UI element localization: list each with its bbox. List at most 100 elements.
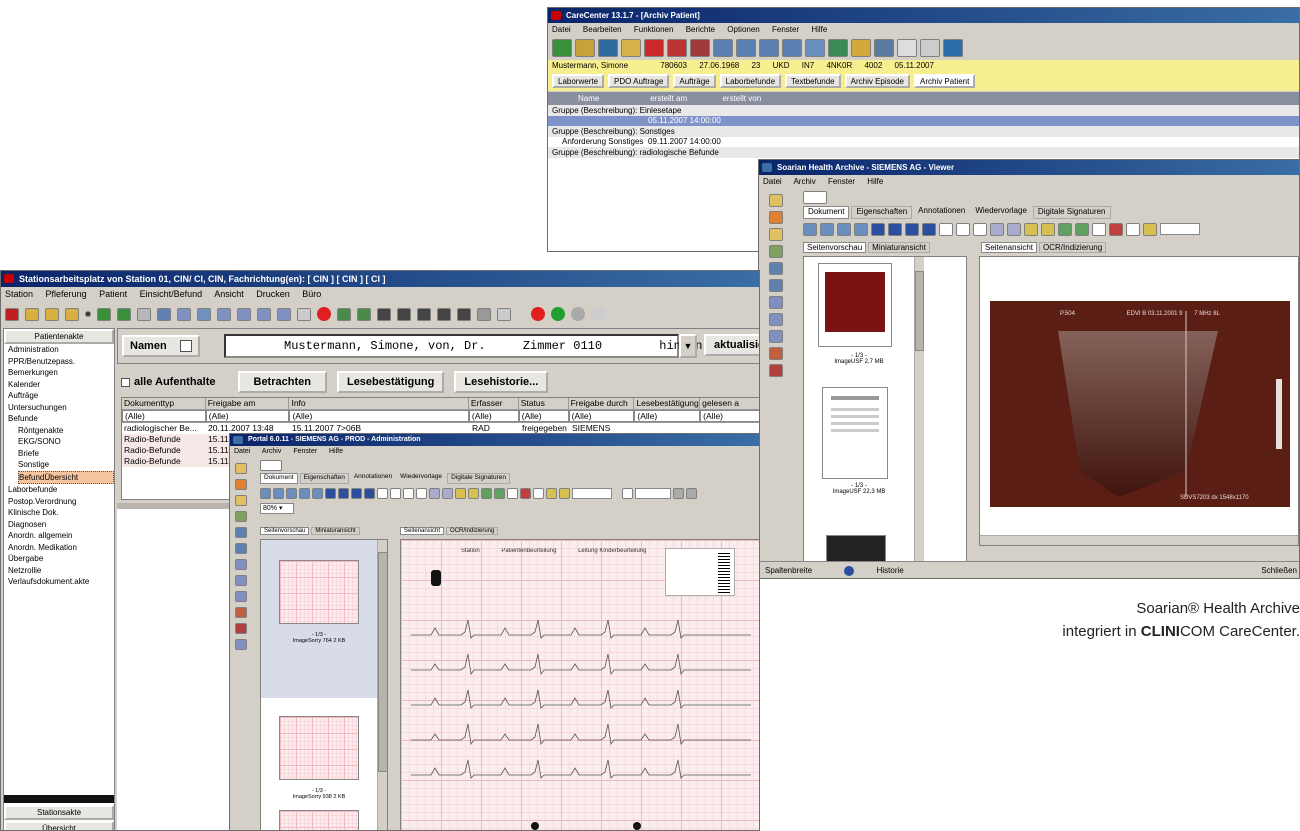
menu-help[interactable]: Hilfe — [329, 448, 343, 455]
menu-window[interactable]: Fenster — [772, 25, 799, 34]
filter-status[interactable]: (Alle) — [518, 410, 569, 422]
tab-properties[interactable]: Eigenschaften — [851, 206, 913, 219]
page-icon[interactable] — [260, 459, 282, 471]
menu-reports[interactable]: Berichte — [686, 25, 715, 34]
highlight-icon[interactable] — [1024, 222, 1038, 236]
tools-icon[interactable] — [575, 39, 595, 57]
grid-icon[interactable] — [713, 39, 733, 57]
nav-item-clinical-doc[interactable]: Klinische Dok. — [8, 507, 114, 519]
next-page-icon[interactable] — [905, 222, 919, 236]
dot-icon[interactable] — [85, 311, 91, 317]
filter-released-by[interactable]: (Alle) — [568, 410, 635, 422]
tab-lab-findings[interactable]: Laborbefunde — [719, 74, 782, 88]
tab-resubmission[interactable]: Wiedervorlage — [397, 473, 445, 484]
folder-open-icon[interactable] — [25, 307, 39, 321]
nav-item-examinations[interactable]: Untersuchungen — [8, 402, 114, 414]
people-icon[interactable] — [621, 39, 641, 57]
col-read-confirmation[interactable]: Lesebestätigung — [634, 398, 701, 409]
all-stays-toggle[interactable]: alle Aufenthalte — [121, 376, 216, 388]
doc-icon[interactable] — [277, 307, 291, 321]
patient-icon[interactable] — [5, 307, 19, 321]
group-row[interactable]: Gruppe (Beschreibung): radiologische Bef… — [548, 147, 1299, 158]
nav-item-medication[interactable]: Anordn. Medikation — [8, 542, 114, 554]
thumbnail-ecg-1[interactable] — [279, 560, 359, 624]
nav-item-lab-findings[interactable]: Laborbefunde — [8, 484, 114, 496]
patient-record-header[interactable]: Patientenakte — [4, 329, 114, 344]
filter-document-type[interactable]: (Alle) — [122, 410, 206, 422]
nav-item-diagnoses[interactable]: Diagnosen — [8, 519, 114, 531]
menu-help[interactable]: Hilfe — [811, 25, 827, 34]
page-number-input[interactable] — [1160, 223, 1200, 235]
tab-digital-signatures[interactable]: Digitale Signaturen — [1032, 206, 1111, 219]
annotate-icon[interactable] — [442, 487, 453, 499]
mail-icon[interactable] — [769, 279, 783, 292]
doc-icon[interactable] — [235, 575, 247, 586]
grid-icon[interactable] — [357, 307, 371, 321]
stop-icon[interactable] — [317, 307, 331, 321]
page-icon[interactable] — [377, 487, 388, 499]
prev-page-icon[interactable] — [338, 487, 349, 499]
folder-icon[interactable] — [851, 39, 871, 57]
tab-page-preview[interactable]: Seitenvorschau — [260, 527, 310, 535]
thumbnail-document[interactable] — [822, 387, 888, 479]
thumbnail-ecg-2[interactable] — [279, 716, 359, 780]
ecg-thumbnail-scrollbar[interactable] — [377, 540, 387, 830]
sign-icon[interactable] — [559, 487, 570, 499]
star-icon[interactable] — [769, 211, 783, 224]
nav-item-letters[interactable]: Briefe — [18, 448, 114, 460]
refresh-button[interactable]: aktualisieren — [704, 334, 759, 356]
nav-item-general-orders[interactable]: Anordn. allgemein — [8, 530, 114, 542]
info-status-icon[interactable] — [591, 307, 605, 321]
names-checkbox[interactable] — [179, 340, 192, 353]
tab-page-view[interactable]: Seitenansicht — [400, 527, 445, 535]
menu-patient[interactable]: Patient — [99, 289, 127, 299]
first-page-icon[interactable] — [871, 222, 885, 236]
all-stays-checkbox[interactable] — [121, 377, 130, 387]
doc-icon[interactable] — [217, 307, 231, 321]
filter-author[interactable]: (Alle) — [468, 410, 519, 422]
first-page-icon[interactable] — [325, 487, 336, 499]
stamp-icon[interactable] — [769, 364, 783, 377]
menu-print[interactable]: Drucken — [256, 289, 290, 299]
annotate-icon[interactable] — [1007, 222, 1021, 236]
doc-icon[interactable] — [417, 307, 431, 321]
doc-icon[interactable] — [235, 639, 247, 650]
zoom-icon[interactable] — [990, 222, 1004, 236]
chart-icon[interactable] — [117, 307, 131, 321]
station-record-button[interactable]: Stationsakte — [4, 805, 114, 820]
horizontal-scrollbar[interactable] — [980, 535, 1298, 545]
settings-icon[interactable] — [297, 307, 311, 321]
tab-document[interactable]: Dokument — [803, 206, 850, 219]
doc-icon[interactable] — [235, 559, 247, 570]
col-release-date[interactable]: Freigabe am — [206, 398, 290, 409]
monitor-icon[interactable] — [157, 307, 171, 321]
menu-file[interactable]: Datei — [234, 448, 250, 455]
sign-icon[interactable] — [1143, 222, 1157, 236]
doc-icon[interactable] — [237, 307, 251, 321]
nav-item-postop[interactable]: Postop.Verordnung — [8, 496, 114, 508]
print-icon[interactable] — [312, 487, 323, 499]
save-icon[interactable] — [803, 222, 817, 236]
folder-open-icon[interactable] — [65, 307, 79, 321]
check-icon[interactable] — [494, 487, 505, 499]
tab-annotations[interactable]: Annotationen — [914, 206, 969, 219]
last-page-icon[interactable] — [922, 222, 936, 236]
save-icon[interactable] — [260, 487, 271, 499]
tab-annotations[interactable]: Annotationen — [351, 473, 395, 484]
doc-icon[interactable] — [257, 307, 271, 321]
zoom-select-small[interactable] — [635, 487, 671, 499]
page-icon[interactable] — [956, 222, 970, 236]
cross-icon[interactable] — [644, 39, 664, 57]
doc-icon[interactable] — [457, 307, 471, 321]
medic-icon[interactable] — [690, 39, 710, 57]
menu-help[interactable]: Hilfe — [867, 177, 883, 186]
grid2-icon[interactable] — [736, 39, 756, 57]
folder-icon[interactable] — [769, 194, 783, 207]
menu-einsicht[interactable]: Einsicht/Befund — [140, 289, 203, 299]
monitor-icon[interactable] — [874, 39, 894, 57]
col-name[interactable]: Name — [578, 92, 648, 105]
doc-icon[interactable] — [397, 307, 411, 321]
minus-icon[interactable] — [497, 307, 511, 321]
nav-item-progress-record[interactable]: Verlaufsdokument.akte — [8, 576, 114, 588]
stamp-icon[interactable] — [1109, 222, 1123, 236]
